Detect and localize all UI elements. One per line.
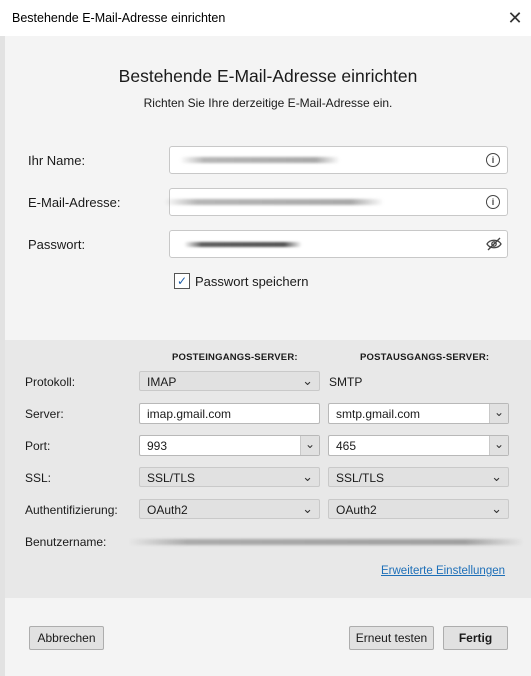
page-subtitle: Richten Sie Ihre derzeitige E-Mail-Adres… — [143, 96, 393, 110]
incoming-server-input[interactable]: imap.gmail.com — [139, 403, 320, 424]
outgoing-protocol-value: SMTP — [329, 375, 363, 389]
chevron-down-icon: ⌄ — [305, 437, 316, 451]
incoming-ssl-value: SSL/TLS — [147, 471, 196, 485]
info-icon[interactable]: i — [486, 153, 500, 167]
incoming-port-value: 993 — [147, 439, 168, 453]
outgoing-ssl-value: SSL/TLS — [336, 471, 385, 485]
outgoing-port-dropdown[interactable]: ⌄ — [489, 436, 508, 455]
name-field[interactable]: i — [169, 146, 508, 174]
redacted-email — [164, 199, 384, 205]
advanced-settings-link[interactable]: Erweiterte Einstellungen — [381, 565, 505, 577]
eye-hidden-icon[interactable] — [486, 237, 502, 251]
page-title: Bestehende E-Mail-Adresse einrichten — [118, 66, 418, 86]
masked-password — [184, 242, 302, 247]
chevron-down-icon: ⌄ — [491, 501, 502, 516]
port-label: Port: — [25, 439, 51, 453]
email-label: E-Mail-Adresse: — [28, 195, 121, 210]
email-field[interactable]: i — [164, 188, 508, 216]
chevron-down-icon: ⌄ — [494, 405, 505, 419]
chevron-down-icon: ⌄ — [491, 469, 502, 484]
password-field[interactable] — [169, 230, 508, 258]
outgoing-auth-value: OAuth2 — [336, 503, 377, 517]
chevron-down-icon: ⌄ — [494, 437, 505, 451]
outgoing-ssl-select[interactable]: SSL/TLS ⌄ — [328, 467, 509, 487]
protocol-label: Protokoll: — [25, 375, 76, 389]
outgoing-server-value: smtp.gmail.com — [336, 407, 421, 421]
chevron-down-icon: ⌄ — [302, 373, 313, 388]
window-titlebar: Bestehende E-Mail-Adresse einrichten ✕ — [0, 0, 531, 36]
incoming-auth-value: OAuth2 — [147, 503, 188, 517]
ssl-label: SSL: — [25, 471, 52, 485]
outgoing-port-value: 465 — [336, 439, 357, 453]
authentication-label: Authentifizierung: — [25, 503, 118, 517]
done-button[interactable]: Fertig — [443, 626, 508, 650]
username-label: Benutzername: — [25, 535, 107, 549]
info-icon[interactable]: i — [486, 195, 500, 209]
incoming-protocol-select[interactable]: IMAP ⌄ — [139, 371, 320, 391]
chevron-down-icon: ⌄ — [302, 501, 313, 516]
redacted-username — [128, 539, 524, 545]
outgoing-auth-select[interactable]: OAuth2 ⌄ — [328, 499, 509, 519]
incoming-port-combo[interactable]: 993 ⌄ — [139, 435, 320, 456]
window-title: Bestehende E-Mail-Adresse einrichten — [12, 11, 226, 25]
incoming-server-value: imap.gmail.com — [147, 407, 232, 421]
incoming-port-dropdown[interactable]: ⌄ — [300, 436, 319, 455]
cancel-button[interactable]: Abbrechen — [29, 626, 104, 650]
incoming-protocol-value: IMAP — [147, 375, 177, 389]
redacted-name — [180, 157, 340, 163]
outgoing-server-dropdown[interactable]: ⌄ — [489, 404, 508, 423]
incoming-auth-select[interactable]: OAuth2 ⌄ — [139, 499, 320, 519]
outgoing-port-combo[interactable]: 465 ⌄ — [328, 435, 509, 456]
save-password-checkbox[interactable]: ✓ — [174, 273, 190, 289]
chevron-down-icon: ⌄ — [302, 469, 313, 484]
server-label: Server: — [25, 407, 64, 421]
close-icon[interactable]: ✕ — [502, 4, 528, 32]
outgoing-server-combo[interactable]: smtp.gmail.com ⌄ — [328, 403, 509, 424]
name-label: Ihr Name: — [28, 153, 86, 168]
username-field[interactable] — [128, 533, 524, 551]
password-label: Passwort: — [28, 237, 86, 252]
incoming-server-header: POSTEINGANGS-SERVER: — [172, 352, 298, 363]
save-password-label[interactable]: Passwort speichern — [195, 274, 308, 289]
incoming-ssl-select[interactable]: SSL/TLS ⌄ — [139, 467, 320, 487]
retest-button[interactable]: Erneut testen — [349, 626, 434, 650]
outgoing-server-header: POSTAUSGANGS-SERVER: — [360, 352, 490, 363]
